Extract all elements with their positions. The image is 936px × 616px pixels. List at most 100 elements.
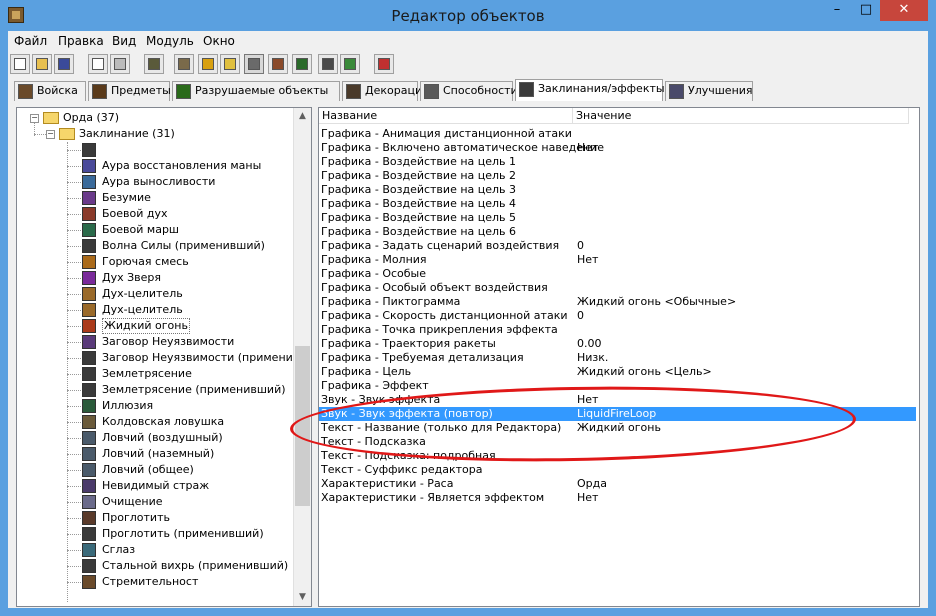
object-tree[interactable]: − Орда (37) − Заклинание (31) Аура восст… <box>16 107 312 607</box>
table-row[interactable]: Графика - Точка прикрепления эффекта <box>319 323 916 337</box>
object-button[interactable] <box>374 54 394 74</box>
menu-module[interactable]: Модуль <box>146 34 194 48</box>
spell-icon <box>82 303 96 317</box>
trigger-icon <box>296 58 308 70</box>
table-row[interactable]: Графика - Воздействие на цель 4 <box>319 197 916 211</box>
copy-button[interactable] <box>88 54 108 74</box>
tab-2[interactable]: Разрушаемые объекты <box>172 81 340 101</box>
table-row[interactable]: Текст - Подсказка <box>319 435 916 449</box>
property-name: Графика - Цель <box>321 365 412 378</box>
table-row[interactable]: Графика - Анимация дистанционной атаки <box>319 127 916 141</box>
tree-scrollbar[interactable]: ▲ ▼ <box>293 108 311 606</box>
table-row[interactable]: Графика - Особые <box>319 267 916 281</box>
editor-button[interactable] <box>244 54 264 74</box>
table-row[interactable]: Графика - Воздействие на цель 2 <box>319 169 916 183</box>
table-row[interactable]: Графика - Эффект <box>319 379 916 393</box>
scroll-down-icon[interactable]: ▼ <box>294 589 311 606</box>
table-row[interactable]: Текст - Название (только для Редактора) Ж… <box>319 421 916 435</box>
menu-file[interactable]: Файл <box>14 34 47 48</box>
sound-button[interactable] <box>198 54 218 74</box>
book-button[interactable] <box>318 54 338 74</box>
table-row[interactable]: Графика - Воздействие на цель 5 <box>319 211 916 225</box>
table-row[interactable]: Графика - Воздействие на цель 3 <box>319 183 916 197</box>
terrain-button[interactable] <box>174 54 194 74</box>
table-row[interactable]: Графика - Скорость дистанционной атаки 0 <box>319 309 916 323</box>
column-header-name[interactable]: Название <box>319 108 573 124</box>
table-row[interactable]: Графика - Пиктограмма Жидкий огонь <Обычн… <box>319 295 916 309</box>
tree-item[interactable]: Боевой дух <box>17 206 295 222</box>
tree-item[interactable]: Дух-целитель <box>17 302 295 318</box>
volume-button[interactable] <box>220 54 240 74</box>
tab-6[interactable]: Улучшения <box>665 81 753 101</box>
minimize-button[interactable]: – <box>823 0 851 21</box>
tree-item[interactable]: Колдовская ловушка <box>17 414 295 430</box>
units-button[interactable] <box>144 54 164 74</box>
tree-item[interactable]: Безумие <box>17 190 295 206</box>
models-button[interactable] <box>268 54 288 74</box>
tree-item[interactable]: Иллюзия <box>17 398 295 414</box>
menu-edit[interactable]: Правка <box>58 34 104 48</box>
trigger-button[interactable] <box>292 54 312 74</box>
scroll-up-icon[interactable]: ▲ <box>294 108 311 125</box>
table-row[interactable]: Характеристики - Является эффектом Нет <box>319 491 916 505</box>
tree-item[interactable]: Дух-целитель <box>17 286 295 302</box>
table-row[interactable]: Характеристики - Раса Орда <box>319 477 916 491</box>
new-button[interactable] <box>10 54 30 74</box>
table-row[interactable]: Графика - Задать сценарий воздействия 0 <box>319 239 916 253</box>
tree-item[interactable]: Аура выносливости <box>17 174 295 190</box>
tree-item[interactable]: Ловчий (наземный) <box>17 446 295 462</box>
column-header-value[interactable]: Значение <box>573 108 909 124</box>
tree-item[interactable]: Заговор Неуязвимости <box>17 334 295 350</box>
tree-item[interactable]: Сглаз <box>17 542 295 558</box>
tree-item[interactable]: Землетрясение <box>17 366 295 382</box>
tree-item[interactable]: Проглотить (применивший) <box>17 526 295 542</box>
close-button[interactable]: ✕ <box>880 0 928 21</box>
table-row[interactable]: Графика - Воздействие на цель 1 <box>319 155 916 169</box>
table-row[interactable]: Графика - Воздействие на цель 6 <box>319 225 916 239</box>
collapse-icon[interactable]: − <box>30 114 39 123</box>
table-row[interactable]: Графика - Особый объект воздействия <box>319 281 916 295</box>
tree-item[interactable] <box>17 142 295 158</box>
tree-item-label: Проглотить (применивший) <box>102 527 264 540</box>
tree-item[interactable]: Заговор Неуязвимости (применивший) <box>17 350 311 366</box>
tree-item[interactable]: Очищение <box>17 494 295 510</box>
tree-item[interactable]: Ловчий (общее) <box>17 462 295 478</box>
table-row[interactable]: Текст - Суффикс редактора <box>319 463 916 477</box>
import-button[interactable] <box>340 54 360 74</box>
tree-item[interactable]: Землетрясение (применивший) <box>17 382 295 398</box>
tree-root-row[interactable]: − Орда (37) <box>17 110 297 126</box>
tree-group-row[interactable]: − Заклинание (31) <box>17 126 297 142</box>
tree-item[interactable]: Проглотить <box>17 510 295 526</box>
table-row[interactable]: Графика - Цель Жидкий огонь <Цель> <box>319 365 916 379</box>
table-row[interactable]: Графика - Траектория ракеты 0.00 <box>319 337 916 351</box>
table-row[interactable]: Звук - Звук эффекта (повтор) LiquidFireLo… <box>319 407 916 421</box>
tree-item[interactable]: Боевой марш <box>17 222 295 238</box>
tree-item[interactable]: Дух Зверя <box>17 270 295 286</box>
paste-button[interactable] <box>110 54 130 74</box>
tree-item[interactable]: Стремительност <box>17 574 295 590</box>
tree-item[interactable]: Аура восстановления маны <box>17 158 295 174</box>
scrollbar-thumb[interactable] <box>295 346 310 506</box>
table-row[interactable]: Текст - Подсказка: подробная <box>319 449 916 463</box>
tree-item[interactable]: Горючая смесь <box>17 254 295 270</box>
tab-0[interactable]: Войска <box>14 81 86 101</box>
tree-item[interactable]: Жидкий огонь <box>17 318 295 334</box>
tree-item[interactable]: Ловчий (воздушный) <box>17 430 295 446</box>
table-row[interactable]: Графика - Молния Нет <box>319 253 916 267</box>
tab-4[interactable]: Способности <box>420 81 518 101</box>
table-row[interactable]: Графика - Включено автоматическое наведе… <box>319 141 916 155</box>
save-button[interactable] <box>54 54 74 74</box>
tree-item[interactable]: Волна Силы (применивший) <box>17 238 295 254</box>
tab-1[interactable]: Предметы <box>88 81 171 101</box>
tree-item[interactable]: Стальной вихрь (применивший) <box>17 558 295 574</box>
menu-window[interactable]: Окно <box>203 34 235 48</box>
collapse-icon[interactable]: − <box>46 130 55 139</box>
open-button[interactable] <box>32 54 52 74</box>
tab-5[interactable]: Заклинания/эффекты <box>515 79 665 101</box>
table-row[interactable]: Звук - Звук эффекта Нет <box>319 393 916 407</box>
maximize-button[interactable]: □ <box>852 0 880 21</box>
tree-item[interactable]: Невидимый страж <box>17 478 295 494</box>
table-row[interactable]: Графика - Требуемая детализация Низк. <box>319 351 916 365</box>
menu-view[interactable]: Вид <box>112 34 136 48</box>
tab-3[interactable]: Декорации <box>342 81 429 101</box>
